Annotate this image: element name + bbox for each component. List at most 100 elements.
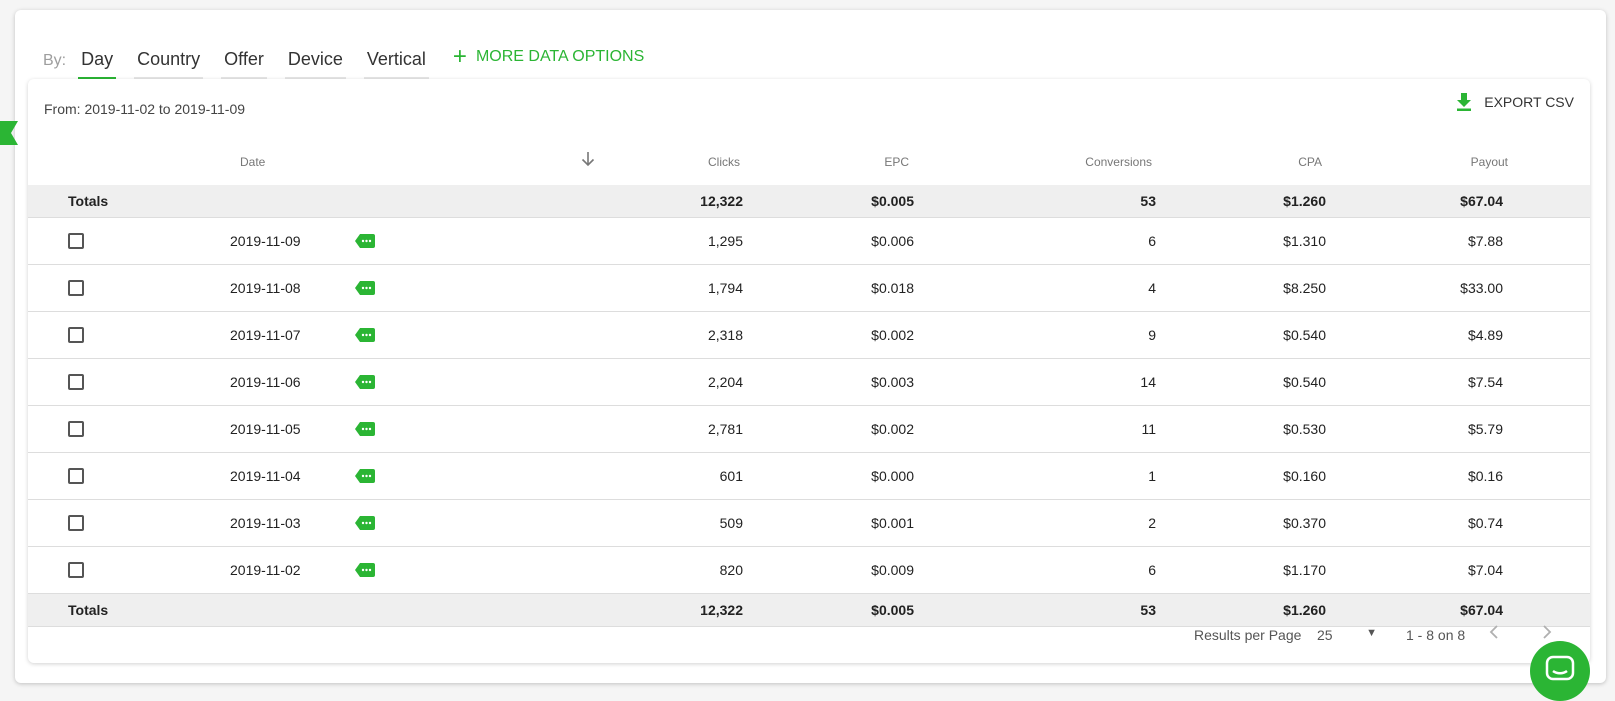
tag-icon[interactable] xyxy=(355,563,375,577)
results-per-page-value: 25 xyxy=(1317,627,1333,643)
tag-icon[interactable] xyxy=(355,516,375,530)
row-date: 2019-11-03 xyxy=(230,515,301,531)
row-epc: $0.002 xyxy=(871,327,914,343)
row-payout: $7.54 xyxy=(1467,374,1503,390)
column-header-epc[interactable]: EPC xyxy=(809,155,909,169)
totals-conversions: 53 xyxy=(1140,193,1156,209)
tab-country[interactable]: Country xyxy=(134,44,204,79)
export-csv-label: EXPORT CSV xyxy=(1484,94,1574,110)
row-clicks: 601 xyxy=(719,468,743,484)
row-conversions: 14 xyxy=(1140,374,1156,390)
export-csv-button[interactable]: EXPORT CSV xyxy=(1456,93,1574,111)
table-row: 2019-11-05 2,781 $0.002 11 $0.530 $5.79 xyxy=(28,406,1590,453)
chevron-left-icon xyxy=(1489,625,1498,639)
download-icon xyxy=(1457,93,1472,111)
column-header-conversions[interactable]: Conversions xyxy=(1052,155,1152,169)
row-epc: $0.006 xyxy=(871,233,914,249)
arrow-down-icon xyxy=(581,152,595,167)
row-payout: $0.16 xyxy=(1467,468,1503,484)
tab-vertical[interactable]: Vertical xyxy=(363,44,429,79)
row-checkbox[interactable] xyxy=(68,327,84,343)
row-payout: $0.74 xyxy=(1467,515,1503,531)
row-payout: $5.79 xyxy=(1467,421,1503,437)
table-row: 2019-11-02 820 $0.009 6 $1.170 $7.04 xyxy=(28,547,1590,594)
tag-icon[interactable] xyxy=(355,375,375,389)
row-date: 2019-11-05 xyxy=(230,421,301,437)
row-payout: $33.00 xyxy=(1460,280,1503,296)
row-checkbox[interactable] xyxy=(68,562,84,578)
table-row: 2019-11-04 601 $0.000 1 $0.160 $0.16 xyxy=(28,453,1590,500)
caret-down-icon: ▼ xyxy=(1366,627,1377,639)
totals-clicks: 12,322 xyxy=(700,193,743,209)
totals-payout: $67.04 xyxy=(1460,193,1503,209)
tag-icon[interactable] xyxy=(355,422,375,436)
column-header-payout[interactable]: Payout xyxy=(1408,155,1508,169)
page-count-label: 1 - 8 on 8 xyxy=(1406,627,1466,643)
plus-icon: + xyxy=(452,43,467,70)
table-body: Totals 12,322 $0.005 53 $1.260 $67.04 20… xyxy=(28,185,1590,627)
row-cpa: $8.250 xyxy=(1283,280,1326,296)
tab-device[interactable]: Device xyxy=(284,44,346,79)
row-date: 2019-11-09 xyxy=(230,233,301,249)
row-checkbox[interactable] xyxy=(68,421,84,437)
row-checkbox[interactable] xyxy=(68,468,84,484)
row-cpa: $1.170 xyxy=(1283,562,1326,578)
chevron-right-icon xyxy=(1543,625,1552,639)
row-conversions: 11 xyxy=(1141,421,1156,437)
row-clicks: 509 xyxy=(719,515,743,531)
row-cpa: $0.370 xyxy=(1283,515,1326,531)
chat-launcher-button[interactable] xyxy=(1530,641,1590,701)
row-checkbox[interactable] xyxy=(68,515,84,531)
results-per-page-label: Results per Page xyxy=(1194,627,1302,643)
row-payout: $7.04 xyxy=(1467,562,1503,578)
tag-icon[interactable] xyxy=(355,281,375,295)
row-clicks: 820 xyxy=(719,562,743,578)
row-conversions: 2 xyxy=(1148,515,1156,531)
column-header-cpa[interactable]: CPA xyxy=(1222,155,1322,169)
row-cpa: $0.160 xyxy=(1283,468,1326,484)
row-conversions: 1 xyxy=(1148,468,1156,484)
more-data-options-button[interactable]: + MORE DATA OPTIONS xyxy=(452,43,645,70)
row-clicks: 2,318 xyxy=(707,327,743,343)
row-epc: $0.002 xyxy=(871,421,914,437)
row-payout: $4.89 xyxy=(1467,327,1503,343)
row-checkbox[interactable] xyxy=(68,233,84,249)
row-date: 2019-11-06 xyxy=(230,374,301,390)
row-checkbox[interactable] xyxy=(68,374,84,390)
row-epc: $0.018 xyxy=(871,280,914,296)
row-epc: $0.009 xyxy=(871,562,914,578)
tag-icon[interactable] xyxy=(355,469,375,483)
tab-day[interactable]: Day xyxy=(78,44,117,79)
row-date: 2019-11-08 xyxy=(230,280,301,296)
chat-icon xyxy=(1545,655,1575,681)
results-per-page-select[interactable]: 25 ▼ xyxy=(1317,627,1377,643)
table-header: Date Clicks EPC Conversions CPA Payout xyxy=(28,151,1590,186)
totals-row-top: Totals 12,322 $0.005 53 $1.260 $67.04 xyxy=(28,185,1590,218)
tag-icon[interactable] xyxy=(355,328,375,342)
row-clicks: 2,781 xyxy=(707,421,743,437)
tag-icon[interactable] xyxy=(355,234,375,248)
column-header-clicks[interactable]: Clicks xyxy=(640,155,740,169)
sort-button[interactable] xyxy=(581,151,595,170)
row-epc: $0.003 xyxy=(871,374,914,390)
table-row: 2019-11-06 2,204 $0.003 14 $0.540 $7.54 xyxy=(28,359,1590,406)
row-cpa: $0.530 xyxy=(1283,421,1326,437)
row-conversions: 9 xyxy=(1148,327,1156,343)
tab-offer[interactable]: Offer xyxy=(221,44,267,79)
table-row: 2019-11-09 1,295 $0.006 6 $1.310 $7.88 xyxy=(28,218,1590,265)
date-range-label: From: 2019-11-02 to 2019-11-09 xyxy=(44,101,246,117)
row-clicks: 1,295 xyxy=(707,233,743,249)
row-checkbox[interactable] xyxy=(68,280,84,296)
totals-cpa: $1.260 xyxy=(1283,193,1326,209)
totals-label: Totals xyxy=(68,193,109,209)
group-by-tabs: By: Day Country Offer Device Vertical + … xyxy=(43,44,644,80)
more-data-options-label: MORE DATA OPTIONS xyxy=(475,48,645,65)
column-header-date[interactable]: Date xyxy=(240,155,265,169)
prev-page-button[interactable] xyxy=(1488,623,1500,646)
row-conversions: 6 xyxy=(1148,233,1156,249)
row-date: 2019-11-02 xyxy=(230,562,301,578)
row-clicks: 1,794 xyxy=(707,280,743,296)
pagination-bar: Results per Page 25 ▼ 1 - 8 on 8 xyxy=(28,607,1590,663)
row-payout: $7.88 xyxy=(1467,233,1503,249)
row-epc: $0.000 xyxy=(871,468,914,484)
